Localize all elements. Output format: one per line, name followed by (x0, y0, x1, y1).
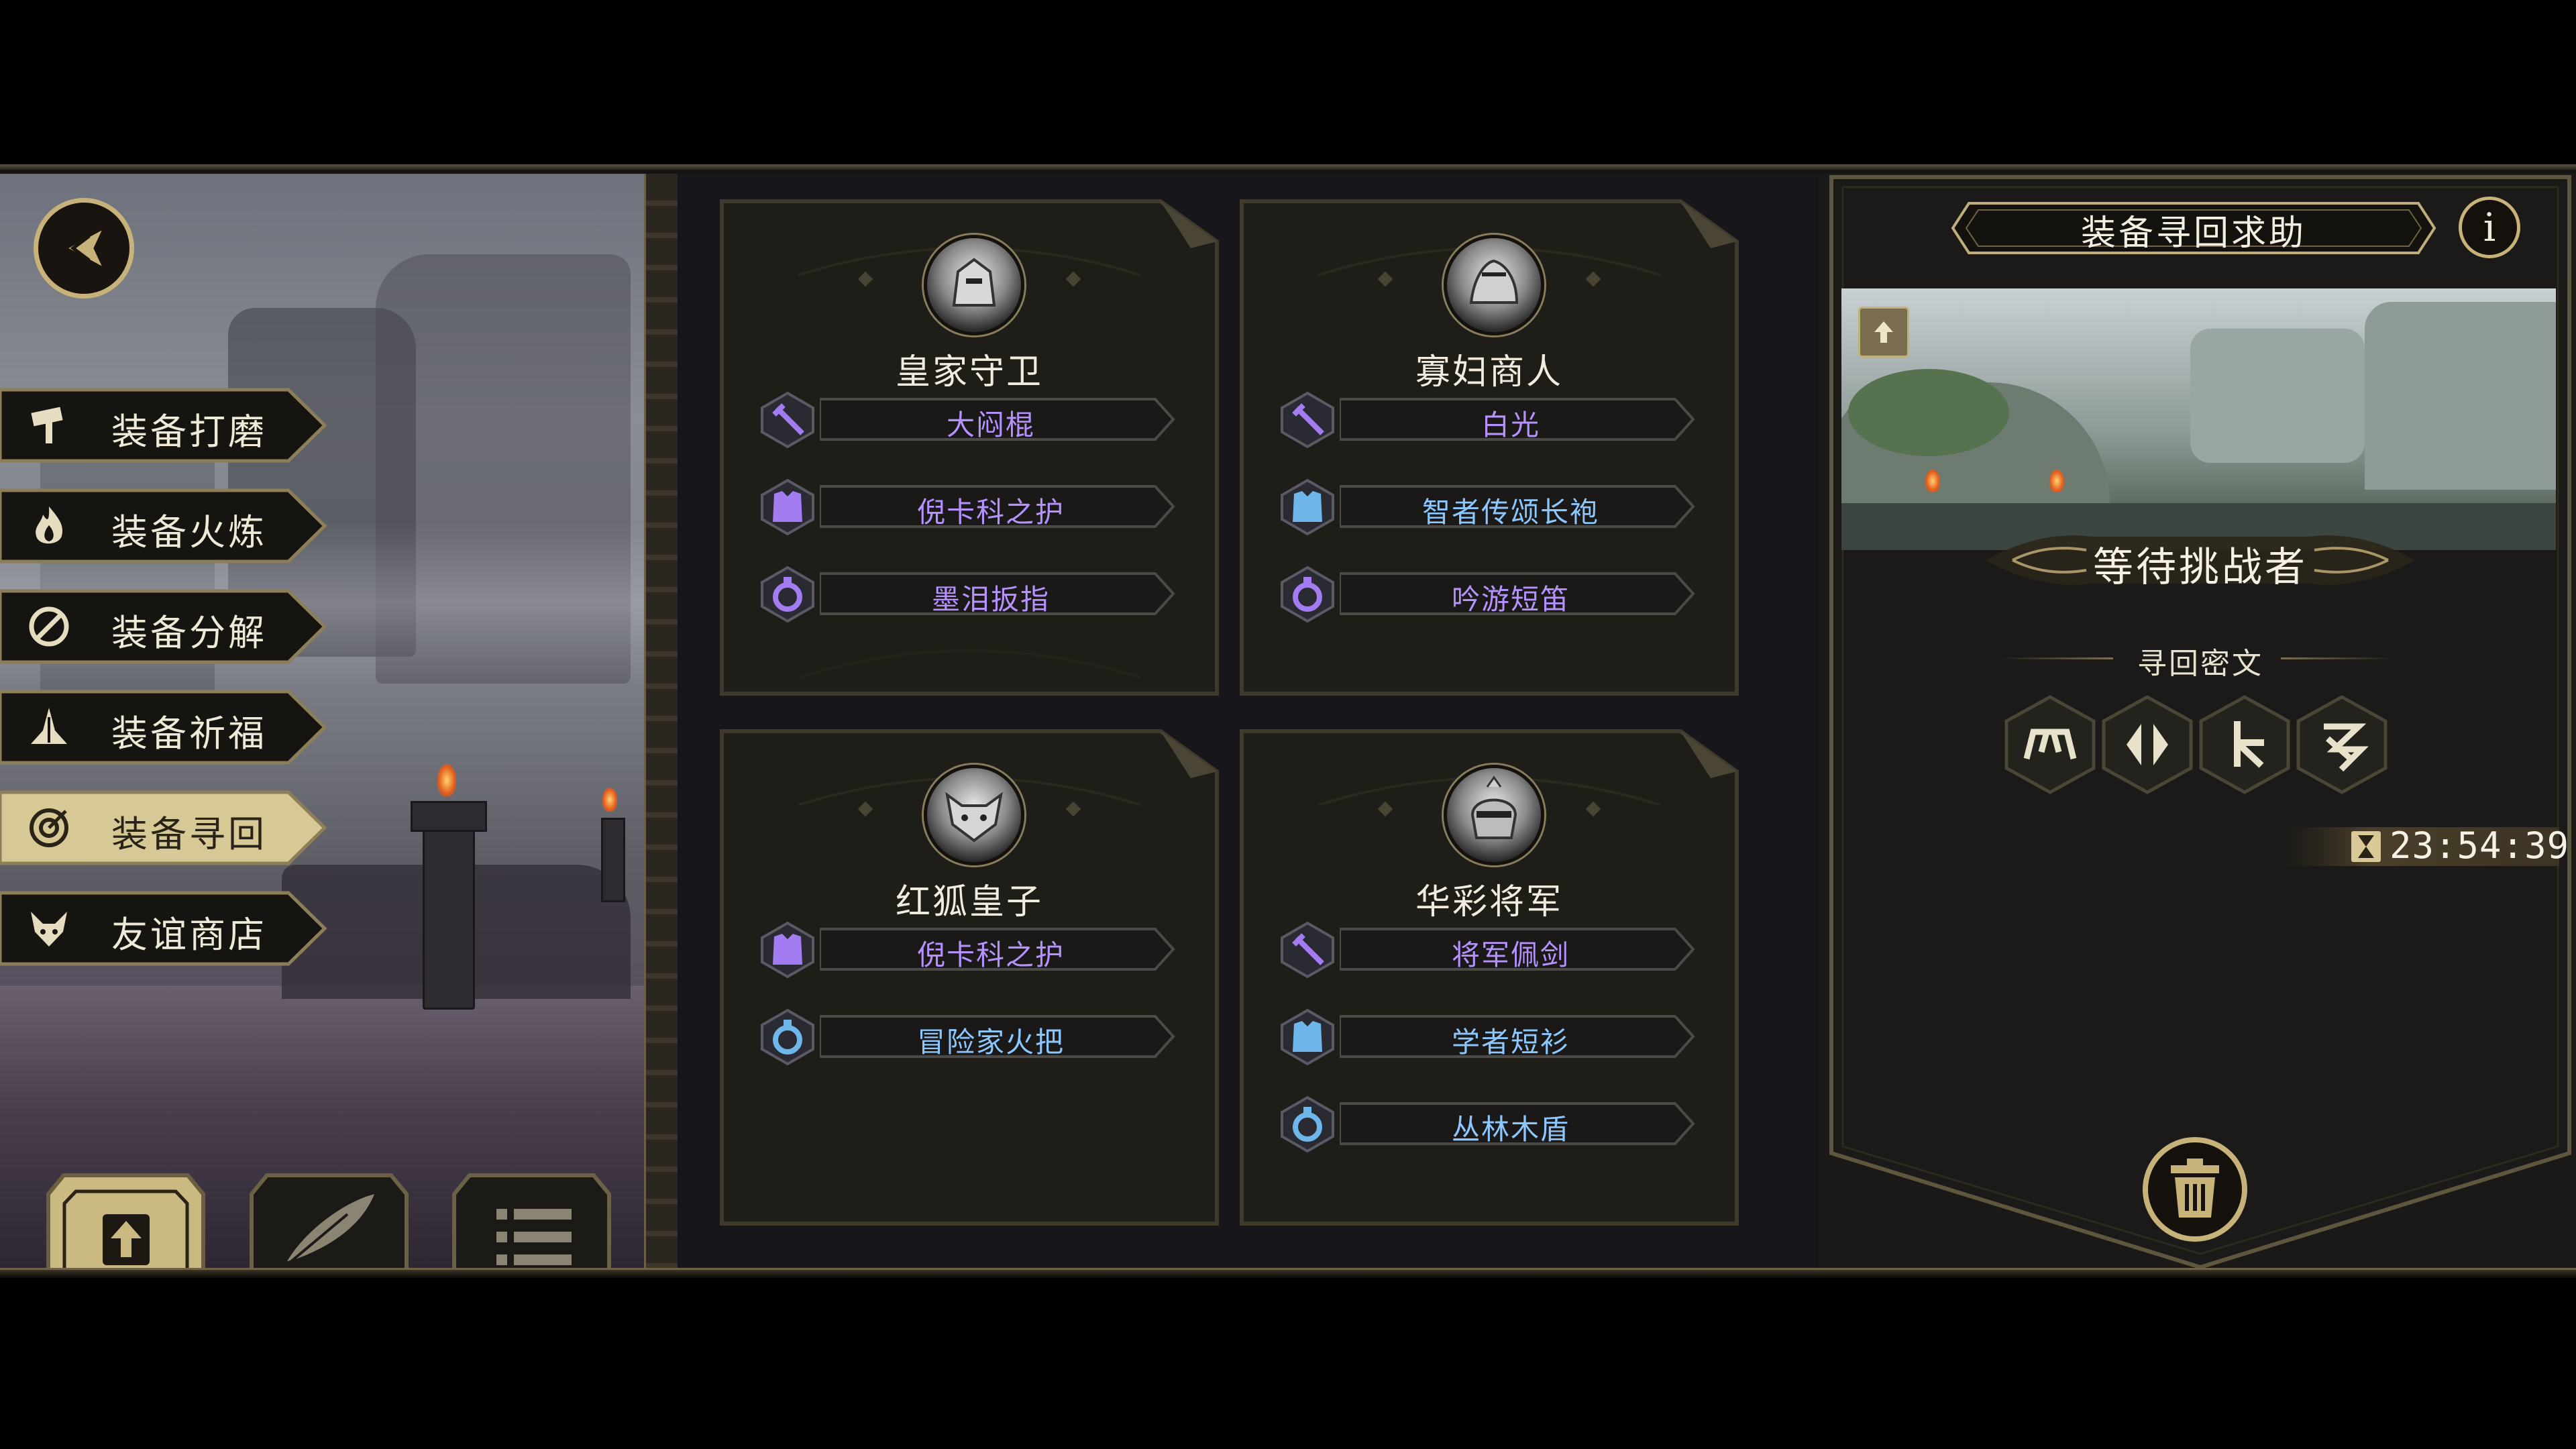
arrow-up-icon (1874, 321, 1893, 343)
equipment-slot[interactable]: 吟游短笛 (1278, 565, 1707, 625)
panel-title: 装备寻回求助 (2080, 213, 2306, 254)
menu-label: 装备寻回 (111, 813, 267, 855)
armor-icon (761, 478, 814, 536)
info-button[interactable]: i (2459, 197, 2520, 258)
delete-button[interactable] (2141, 1136, 2249, 1243)
menu-friendship-shop[interactable]: 友谊商店 (0, 889, 329, 968)
upload-button[interactable] (44, 1167, 208, 1278)
menu-equip-retrieve[interactable]: 装备寻回 (0, 788, 329, 867)
helper-name: 红狐皇子 (895, 882, 1043, 922)
equipment-slot[interactable]: 将军佩剑 (1278, 920, 1707, 981)
countdown-timer: 23:54:39 (2390, 824, 2570, 867)
menu-equip-forge[interactable]: 装备火炼 (0, 486, 329, 566)
equipment-name: 丛林木盾 (1451, 1113, 1570, 1146)
equipment-name: 白光 (1481, 409, 1540, 441)
flame-icon (25, 502, 72, 549)
menu-label: 装备打磨 (111, 411, 267, 453)
menu-equip-bless[interactable]: 装备祈福 (0, 688, 329, 767)
equipment-slot[interactable]: 智者传颂长袍 (1278, 478, 1707, 538)
ring-icon (761, 1008, 814, 1066)
bottom-border (0, 1268, 2576, 1278)
equipment-slot[interactable]: 学者短衫 (1278, 1008, 1707, 1068)
equipment-name: 倪卡科之护 (916, 496, 1065, 529)
challenge-preview-image (1841, 288, 2556, 550)
equipment-slot[interactable]: 大闷棍 (758, 390, 1187, 451)
fox-icon (25, 905, 72, 952)
rune-1-icon[interactable] (2002, 694, 2098, 795)
ring-icon (1281, 1095, 1334, 1153)
menu-label: 友谊商店 (111, 914, 267, 956)
helper-name: 华彩将军 (1415, 882, 1563, 922)
sword-icon (1281, 391, 1334, 449)
equipment-slot[interactable]: 白光 (1278, 390, 1707, 451)
menu-label: 装备火炼 (111, 511, 267, 553)
ring-icon (1281, 566, 1334, 623)
armor-icon (761, 921, 814, 979)
status-text: 等待挑战者 (2093, 544, 2308, 591)
helper-card[interactable]: 寡妇商人 白光 智者传颂长袍 吟游短笛 (1238, 195, 1741, 698)
menu-label: 装备分解 (111, 612, 267, 654)
ring-icon (761, 566, 814, 623)
game-screen: 装备打磨 装备火炼 装备分解 装备祈福 装备寻回 友谊商店 皇家守卫 大闷棍 倪… (0, 164, 2576, 1278)
upload-badge[interactable] (1858, 307, 1909, 358)
back-button[interactable] (34, 198, 134, 299)
equipment-name: 将军佩剑 (1451, 938, 1570, 971)
equipment-name: 学者短衫 (1451, 1026, 1570, 1059)
equipment-name: 冒险家火把 (916, 1026, 1065, 1059)
equipment-slot[interactable]: 墨泪扳指 (758, 565, 1187, 625)
sword-icon (761, 391, 814, 449)
target-icon (25, 804, 72, 851)
hammer-icon (25, 402, 72, 449)
cipher-label: 寻回密文 (2137, 647, 2263, 681)
sword-icon (1281, 921, 1334, 979)
helper-portrait (1444, 765, 1544, 865)
equipment-slot[interactable]: 倪卡科之护 (758, 478, 1187, 538)
equipment-name: 倪卡科之护 (916, 938, 1065, 971)
rune-4-icon[interactable] (2294, 694, 2390, 795)
equipment-slot[interactable]: 冒险家火把 (758, 1008, 1187, 1068)
helper-portrait (924, 765, 1024, 865)
helper-name: 寡妇商人 (1415, 352, 1563, 392)
prayer-icon (25, 704, 72, 751)
menu-equip-disassemble[interactable]: 装备分解 (0, 587, 329, 666)
armor-icon (1281, 478, 1334, 536)
equipment-slot[interactable]: 丛林木盾 (1278, 1095, 1707, 1155)
equipment-name: 大闷棍 (946, 409, 1035, 441)
helper-name: 皇家守卫 (895, 352, 1043, 392)
helper-card[interactable]: 华彩将军 将军佩剑 学者短衫 丛林木盾 (1238, 724, 1741, 1228)
helper-card[interactable]: 红狐皇子 倪卡科之护 冒险家火把 (718, 724, 1221, 1228)
armor-icon (1281, 1008, 1334, 1066)
disassemble-icon (25, 603, 72, 650)
helper-card[interactable]: 皇家守卫 大闷棍 倪卡科之护 墨泪扳指 (718, 195, 1221, 698)
rune-2-icon[interactable] (2100, 694, 2195, 795)
menu-label: 装备祈福 (111, 712, 267, 755)
feather-button[interactable] (247, 1167, 411, 1278)
equipment-slot[interactable]: 倪卡科之护 (758, 920, 1187, 981)
list-button[interactable] (449, 1167, 614, 1278)
helper-portrait (924, 235, 1024, 335)
equipment-name: 吟游短笛 (1451, 583, 1570, 616)
equipment-name: 智者传颂长袍 (1421, 496, 1599, 529)
equipment-name: 墨泪扳指 (931, 583, 1050, 616)
top-border (0, 164, 2576, 170)
menu-equip-polish[interactable]: 装备打磨 (0, 386, 329, 465)
rune-3-icon[interactable] (2197, 694, 2292, 795)
scene-divider (644, 174, 682, 1278)
back-arrow-icon (64, 225, 107, 271)
helper-portrait (1444, 235, 1544, 335)
